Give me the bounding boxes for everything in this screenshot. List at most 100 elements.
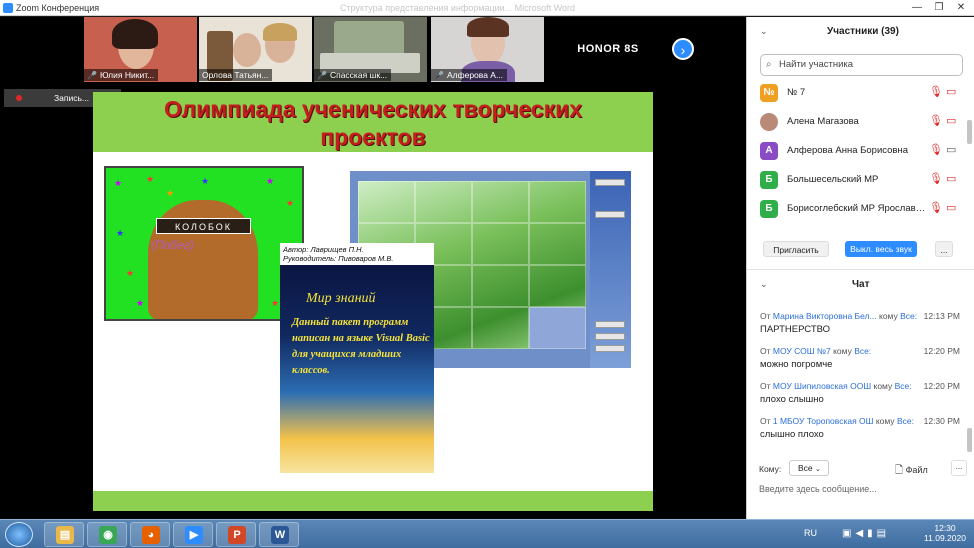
book-description: Данный пакет программ написан на языке V… <box>292 317 430 376</box>
recipient-select[interactable]: Все ⌄ <box>789 460 829 476</box>
message-time: 12:20 PM <box>923 346 960 356</box>
chat-input[interactable]: Введите здесь сообщение... <box>759 484 877 494</box>
video-off-icon[interactable]: ▭ <box>946 172 956 185</box>
chat-message: От МОУ Шипиловская ООШ кому Все: 12:20 P… <box>760 381 960 405</box>
avatar <box>760 113 778 131</box>
participant-row[interactable]: Б Большесельский МР 🎙 ▭ <box>747 166 969 194</box>
taskbar-explorer[interactable]: ▤ <box>44 522 84 547</box>
window-title-bar: Zoom Конференция Структура представления… <box>0 0 974 16</box>
tray-icons[interactable]: ▣◀▮▤ <box>842 528 890 539</box>
taskbar-zoom[interactable]: ▶ <box>173 522 213 547</box>
chat-message: От Марина Викторовна Бел... кому Все: 12… <box>760 311 960 335</box>
mic-muted-icon: 🎤 <box>434 71 444 80</box>
book-title: Мир знаний <box>306 291 376 306</box>
video-off-icon[interactable]: ▭ <box>946 114 956 127</box>
taskbar-powerpoint[interactable]: P <box>216 522 256 547</box>
participant-name: Алферова Анна Борисовна <box>787 145 908 156</box>
word-icon: W <box>271 526 289 544</box>
mic-muted-icon: 🎤 <box>317 71 327 80</box>
message-text: ПАРТНЕРСТВО <box>760 324 831 335</box>
recording-label: Запись... <box>54 93 89 103</box>
chat-scrollbar[interactable] <box>967 428 972 452</box>
powerpoint-icon: P <box>228 526 246 544</box>
device-video-tile[interactable]: HONOR 8S <box>548 17 668 82</box>
clock[interactable]: 12:30 11.09.2020 <box>924 523 966 543</box>
avatar: Б <box>760 171 778 189</box>
participant-row[interactable]: № № 7 🎙 ▭ <box>747 79 969 107</box>
chevron-down-icon: ⌄ <box>815 466 821 473</box>
avatar: Б <box>760 200 778 218</box>
book-cover-image: Автор: Лаврищев П.Н. Руководитель: Пивов… <box>280 243 434 473</box>
mic-muted-icon[interactable]: 🎙 <box>929 201 943 214</box>
book-supervisor: Руководитель: Пивоваров М.В. <box>283 254 394 263</box>
avatar: А <box>760 142 778 160</box>
participant-row[interactable]: Б Борисоглебский МР Ярославс... 🎙 ▭ <box>747 195 969 223</box>
chat-message: От 1 МБОУ Тороповская ОШ кому Все: 12:30… <box>760 416 960 440</box>
mic-muted-icon[interactable]: 🎙 <box>929 114 943 127</box>
participant-name: № 7 <box>787 87 806 98</box>
kolobok-screenshot: КОЛОБОК (Побег) ★ ★ ★ ★ ★ ★ ★ ★ ★ ★ ★ <box>104 166 304 321</box>
search-participant-input[interactable]: ⌕ Найти участника <box>760 54 963 76</box>
message-time: 12:30 PM <box>923 416 960 426</box>
participant-name: Большесельский МР <box>787 174 879 185</box>
participants-header: Участники (39) <box>827 26 899 37</box>
firefox-icon: ◕ <box>142 526 160 544</box>
mic-muted-icon[interactable]: 🎙 <box>929 172 943 185</box>
avatar: № <box>760 84 778 102</box>
explorer-icon: ▤ <box>56 526 74 544</box>
minimize-button[interactable]: — <box>906 0 928 15</box>
chevron-down-icon[interactable]: ⌄ <box>760 279 768 290</box>
presentation-slide: Олимпиада ученических творческих проекто… <box>93 92 653 511</box>
video-thumbnail[interactable]: 🎤 Алферова А... <box>431 17 544 82</box>
slide-title: Олимпиада ученических творческих проекто… <box>163 96 583 150</box>
video-off-icon[interactable]: ▭ <box>946 201 956 214</box>
message-text: плохо слышно <box>760 394 824 405</box>
video-on-icon[interactable]: ▭ <box>946 143 956 156</box>
participant-row[interactable]: А Алферова Анна Борисовна 🎙 ▭ <box>747 137 969 165</box>
side-panel: ⌄ Участники (39) ⌕ Найти участника № № 7… <box>746 17 974 519</box>
video-off-icon[interactable]: ▭ <box>946 85 956 98</box>
more-options-button[interactable]: ... <box>935 241 953 257</box>
maximize-button[interactable]: ❐ <box>928 0 950 15</box>
close-button[interactable]: ✕ <box>950 0 972 15</box>
taskbar-firefox[interactable]: ◕ <box>130 522 170 547</box>
participant-name: Алена Магазова <box>787 116 859 127</box>
chat-message: От МОУ СОШ №7 кому Все: 12:20 PM можно п… <box>760 346 960 370</box>
video-thumbnail[interactable]: 🎤 Юлия Никит... <box>84 17 197 82</box>
kolobok-subtitle: (Побег) <box>151 238 194 252</box>
window-title: Zoom Конференция <box>16 3 100 13</box>
mute-all-button[interactable]: Выкл. весь звук <box>845 241 917 257</box>
mic-muted-icon[interactable]: 🎙 <box>929 85 943 98</box>
record-dot-icon <box>16 95 22 101</box>
participants-scrollbar[interactable] <box>967 120 972 144</box>
book-author: Автор: Лаврищев П.Н. <box>283 245 364 254</box>
chevron-down-icon[interactable]: ⌄ <box>760 26 768 37</box>
chat-header: Чат <box>852 279 870 290</box>
participant-name: Борисоглебский МР Ярославс... <box>787 203 927 214</box>
kolobok-sign: КОЛОБОК <box>156 218 251 234</box>
message-time: 12:13 PM <box>923 311 960 321</box>
video-thumbnail[interactable]: Орлова Татьян... <box>199 17 312 82</box>
taskbar-chrome[interactable]: ◉ <box>87 522 127 547</box>
start-button[interactable] <box>5 522 33 547</box>
participant-row[interactable]: Алена Магазова 🎙 ▭ <box>747 108 969 136</box>
language-indicator[interactable]: RU <box>804 528 817 538</box>
mic-muted-icon[interactable]: 🎙 <box>929 143 943 156</box>
message-text: слышно плохо <box>760 429 824 440</box>
background-document-title: Структура представления информации... Mi… <box>340 3 576 13</box>
taskbar-word[interactable]: W <box>259 522 299 547</box>
invite-button[interactable]: Пригласить <box>763 241 829 257</box>
file-button[interactable]: 🗋 Файл <box>895 463 928 480</box>
chat-more-button[interactable]: ... <box>951 460 967 476</box>
recipient-label: Кому: <box>759 464 782 474</box>
chevron-right-icon[interactable]: › <box>672 38 694 60</box>
divider <box>747 269 974 270</box>
windows-taskbar: ▤ ◉ ◕ ▶ P W RU ▣◀▮▤ 12:30 11.09.2020 <box>0 519 974 548</box>
mic-muted-icon: 🎤 <box>87 71 97 80</box>
video-thumbnail[interactable]: 🎤 Спасская шк... <box>314 17 427 82</box>
message-time: 12:20 PM <box>923 381 960 391</box>
file-icon: 🗋 <box>895 465 904 476</box>
chrome-icon: ◉ <box>99 526 117 544</box>
search-icon: ⌕ <box>766 59 772 70</box>
message-text: можно погромче <box>760 359 833 370</box>
